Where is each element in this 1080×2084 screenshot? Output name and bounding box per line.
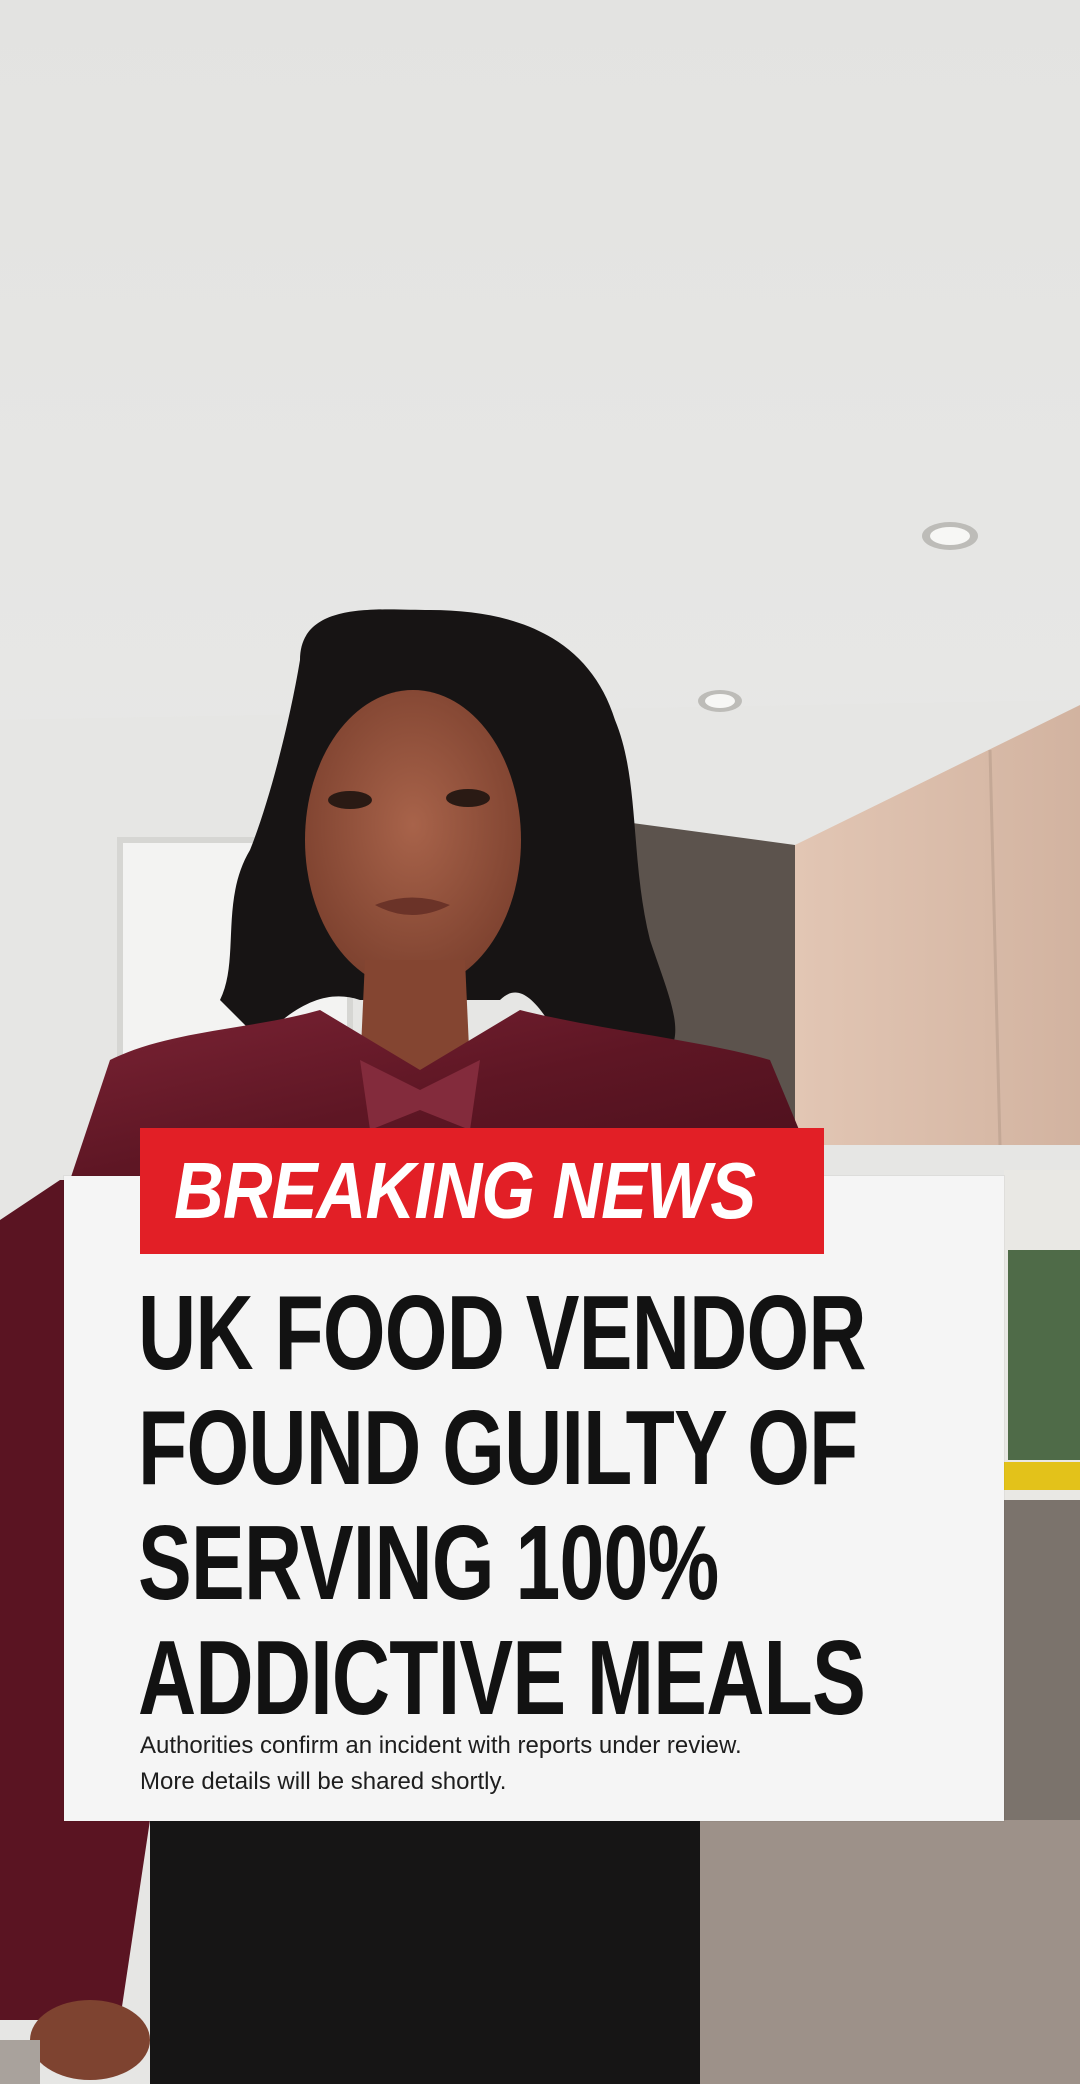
eye-right <box>446 789 490 807</box>
yellow-bowl <box>1004 1462 1080 1490</box>
face <box>305 690 521 990</box>
news-subtext: Authorities confirm an incident with rep… <box>140 1728 940 1800</box>
breaking-news-banner: BREAKING NEWS <box>140 1128 824 1254</box>
headline: UK FOOD VENDOR FOUND GUILTY OF SERVING 1… <box>138 1276 998 1736</box>
skirt <box>150 1820 700 2084</box>
banner-label: BREAKING NEWS <box>174 1146 756 1235</box>
headline-line: SERVING 100% <box>138 1504 719 1622</box>
floor-left <box>0 2040 40 2084</box>
ceiling-light-inner <box>705 694 735 708</box>
headline-line: FOUND GUILTY OF <box>138 1389 858 1507</box>
plant <box>1008 1250 1080 1460</box>
headline-line: ADDICTIVE MEALS <box>138 1619 866 1737</box>
news-card: BREAKING NEWS UK FOOD VENDOR FOUND GUILT… <box>64 1128 1004 1821</box>
subtext-line: Authorities confirm an incident with rep… <box>140 1732 742 1759</box>
floor-right <box>690 1820 1080 2084</box>
headline-line: UK FOOD VENDOR <box>138 1274 867 1392</box>
eye-left <box>328 791 372 809</box>
hand <box>30 2000 150 2080</box>
subtext-line: More details will be shared shortly. <box>140 1768 507 1795</box>
ceiling-light-inner <box>930 527 970 545</box>
